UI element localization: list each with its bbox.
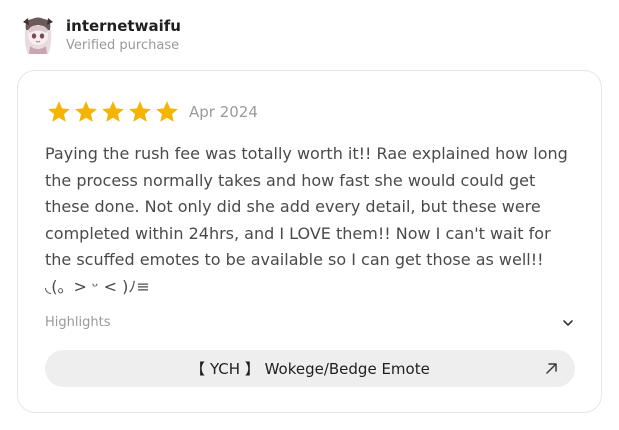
arrow-up-right-icon <box>546 363 557 374</box>
star-icon <box>129 101 151 122</box>
chevron-down-icon[interactable] <box>561 316 575 330</box>
star-icon <box>75 101 97 122</box>
rating-row: Apr 2024 <box>46 99 258 125</box>
verified-purchase-label: Verified purchase <box>66 38 180 53</box>
listing-title: 【 YCH 】 Wokege/Bedge Emote <box>190 360 430 378</box>
review-text: Paying the rush fee was totally worth it… <box>45 144 568 296</box>
review-date: Apr 2024 <box>189 103 258 121</box>
highlights-label: Highlights <box>45 315 111 330</box>
star-icon <box>156 101 178 122</box>
review-card: Apr 2024 Paying the rush fee was totally… <box>17 70 602 413</box>
star-icon <box>102 101 124 122</box>
star-rating <box>46 99 181 125</box>
reviewer-header: internetwaifu Verified purchase <box>20 16 181 56</box>
avatar-icon[interactable] <box>20 16 56 56</box>
reviewer-name[interactable]: internetwaifu <box>66 17 181 35</box>
highlights-toggle[interactable]: Highlights <box>45 315 575 330</box>
listing-link-button[interactable]: 【 YCH 】 Wokege/Bedge Emote <box>45 350 575 387</box>
star-icon <box>48 101 70 122</box>
